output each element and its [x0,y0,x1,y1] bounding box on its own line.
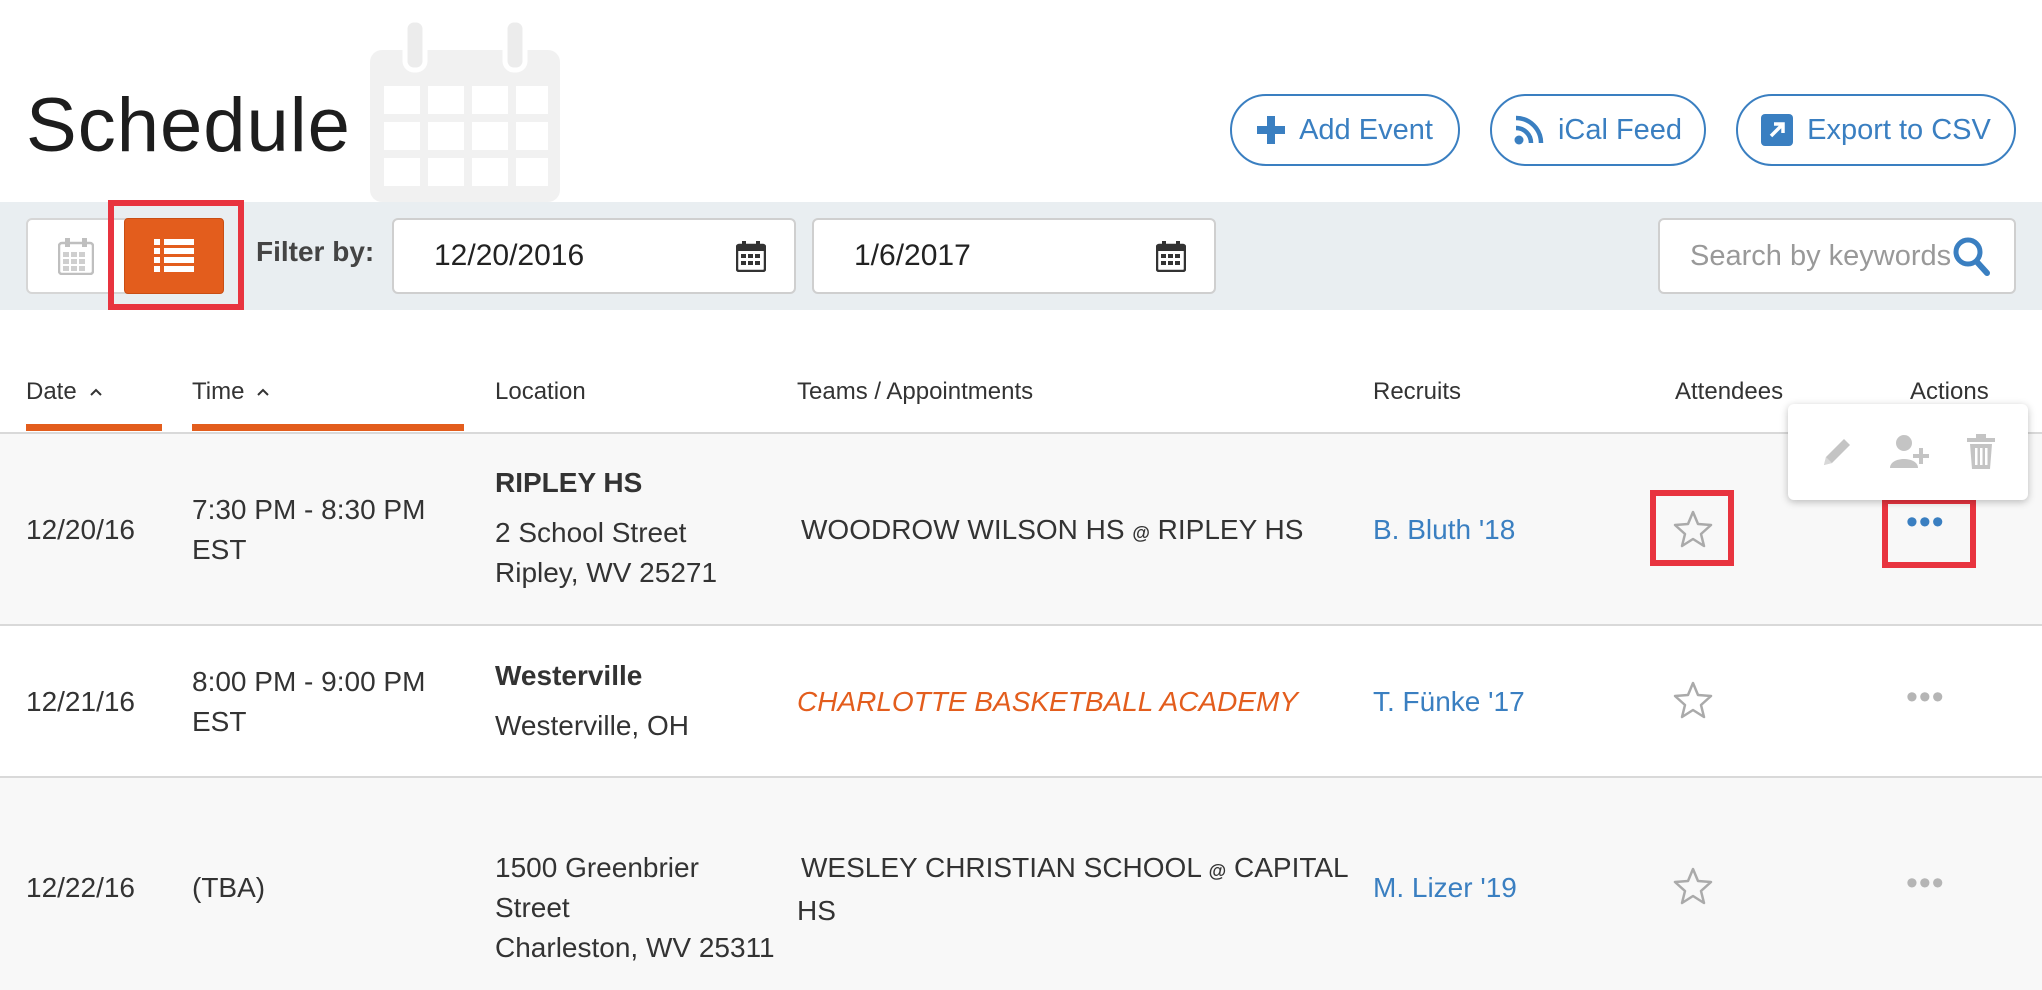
row-location: 1500 Greenbrier Street Charleston, WV 25… [495,848,775,968]
actions-menu-highlight [1882,498,1976,568]
ical-feed-button[interactable]: iCal Feed [1490,94,1706,166]
page-title: Schedule [26,83,351,168]
filter-label: Filter by: [256,236,375,267]
at-symbol: @ [1132,523,1150,543]
row-date: 12/21/16 [26,686,135,717]
end-date-value: 1/6/2017 [854,239,971,272]
start-date-value: 12/20/2016 [434,239,585,272]
home-team: WESLEY CHRISTIAN SCHOOL [801,852,1201,883]
attendee-star-highlight [1650,490,1734,566]
add-event-button[interactable]: Add Event [1230,94,1460,166]
end-date-calendar-icon[interactable] [1156,240,1186,272]
location-address-line: 2 School Street [495,517,687,548]
column-header-attendees: Attendees [1675,378,1784,405]
more-dots-icon[interactable]: ••• [1906,866,1945,900]
trash-icon[interactable] [1966,434,1996,470]
recruit-link[interactable]: T. Fünke '17 [1373,682,1525,722]
location-city-line: Westerville, OH [495,710,689,741]
export-csv-label: Export to CSV [1807,113,1991,146]
column-header-recruits: Recruits [1373,378,1462,405]
away-team-continued: HS [797,895,836,926]
search-placeholder: Search by keywords [1690,239,1952,272]
list-view-highlight [108,200,244,310]
ical-feed-label: iCal Feed [1557,113,1683,146]
row-teams: WOODROW WILSON HS @ RIPLEY HS [801,510,1303,553]
column-header-time[interactable]: Time [192,378,270,406]
time-zone: EST [192,534,247,565]
row-time: 8:00 PM - 9:00 PM EST [192,662,425,742]
time-zone: EST [192,706,247,737]
location-address-line: Street [495,892,570,923]
add-event-label: Add Event [1299,113,1433,146]
add-user-icon[interactable] [1889,434,1931,470]
star-outline-icon[interactable] [1673,681,1713,719]
sort-asc-icon [257,388,270,396]
column-header-date[interactable]: Date [26,378,103,406]
location-city-line: Ripley, WV 25271 [495,557,718,588]
row-location: Westerville Westerville, OH [495,656,689,746]
date-header-label: Date [26,378,77,405]
recruit-link[interactable]: M. Lizer '19 [1373,868,1517,908]
sort-asc-icon [89,388,102,396]
at-symbol: @ [1208,861,1227,881]
home-team: WOODROW WILSON HS [801,514,1125,545]
time-header-label: Time [192,378,245,405]
location-address-line: 1500 Greenbrier [495,852,699,883]
away-team: RIPLEY HS [1157,514,1304,545]
row-location: RIPLEY HS 2 School Street Ripley, WV 252… [495,463,717,593]
column-header-teams: Teams / Appointments [797,378,1034,405]
search-icon[interactable] [1952,236,1990,276]
row-time: (TBA) [192,872,266,903]
date-sort-indicator [26,424,162,431]
actions-popover [1788,404,2028,500]
more-dots-icon[interactable]: ••• [1906,680,1945,714]
location-city-line: Charleston, WV 25311 [495,932,775,963]
time-sort-indicator [192,424,464,431]
row-date: 12/22/16 [26,872,135,903]
row-date: 12/20/16 [26,514,135,545]
row-time: 7:30 PM - 8:30 PM EST [192,490,425,570]
away-team: CAPITAL [1234,852,1349,883]
row-teams: WESLEY CHRISTIAN SCHOOL @ CAPITAL HS [797,848,1349,931]
calendar-watermark-icon [370,20,560,202]
pencil-icon[interactable] [1820,435,1854,469]
team-appointment[interactable]: CHARLOTTE BASKETBALL ACADEMY [797,682,1298,722]
start-date-calendar-icon[interactable] [736,240,766,272]
time-range: 8:00 PM - 9:00 PM [192,666,426,697]
rss-icon [1514,115,1544,145]
time-range: 7:30 PM - 8:30 PM [192,494,426,525]
star-outline-icon[interactable] [1673,867,1713,905]
external-link-icon [1761,114,1794,146]
calendar-icon [58,238,94,275]
location-name: RIPLEY HS [495,467,643,498]
column-header-actions: Actions [1910,378,1989,405]
column-header-location: Location [495,378,586,405]
recruit-link[interactable]: B. Bluth '18 [1373,510,1515,550]
plus-icon [1257,116,1286,144]
location-name: Westerville [495,660,643,691]
export-csv-button[interactable]: Export to CSV [1736,94,2016,166]
